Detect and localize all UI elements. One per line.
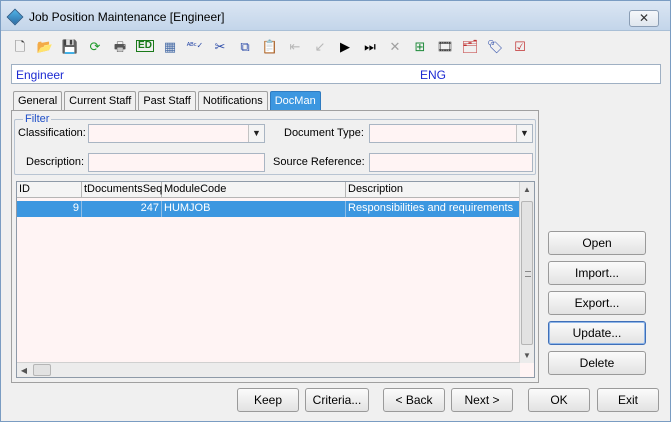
film-icon: 🎞: [436, 38, 454, 54]
import-button[interactable]: Import...: [548, 261, 646, 285]
tag-button[interactable]: 🏷: [484, 35, 506, 57]
new-button[interactable]: 🗋: [9, 35, 31, 57]
scroll-left-icon[interactable]: ◀: [17, 363, 31, 378]
delete-button[interactable]: ✕: [384, 35, 406, 57]
first-record-icon: ⇤: [289, 38, 301, 54]
documents-grid[interactable]: ID tDocumentsSeq ModuleCode Description …: [16, 181, 535, 378]
close-button[interactable]: ✕: [629, 10, 659, 27]
cell-tdocumentsseq: 247: [82, 201, 162, 217]
spellcheck-button[interactable]: ᴬᴮᶜ✓: [184, 35, 206, 57]
tab-strip: General Current Staff Past Staff Notific…: [13, 91, 323, 111]
print-icon: 🖶: [113, 38, 127, 54]
vertical-scroll-thumb[interactable]: [521, 201, 533, 345]
checklist-button[interactable]: ☑: [509, 35, 531, 57]
new-icon: 🗋: [14, 38, 26, 54]
first-record-button[interactable]: ⇤: [284, 35, 306, 57]
cell-modulecode: HUMJOB: [162, 201, 346, 217]
grip-icon: [525, 271, 531, 277]
column-header-tdocumentsseq[interactable]: tDocumentsSeq: [82, 182, 162, 198]
filter-legend: Filter: [23, 113, 52, 125]
paste-icon: 📋: [261, 38, 279, 54]
calculator-button[interactable]: ▦: [159, 35, 181, 57]
edit-button[interactable]: ED: [134, 35, 156, 57]
paste-button[interactable]: 📋: [259, 35, 281, 57]
keep-button[interactable]: Keep: [237, 388, 299, 412]
cut-icon: ✂: [214, 38, 226, 54]
position-name: Engineer: [16, 68, 65, 82]
tab-notifications[interactable]: Notifications: [197, 91, 268, 110]
next-record-button[interactable]: ▶: [334, 35, 356, 57]
horizontal-scroll-thumb[interactable]: [33, 364, 51, 376]
exit-button[interactable]: Exit: [597, 388, 659, 412]
refresh-icon: ⟳: [89, 38, 101, 54]
job-position-maintenance-window: Job Position Maintenance [Engineer] ✕ 🗋 📂…: [0, 0, 671, 422]
source-reference-label: Source Reference:: [273, 156, 365, 168]
table-row[interactable]: 9 247 HUMJOB Responsibilities and requir…: [17, 201, 520, 217]
horizontal-scrollbar[interactable]: ◀: [17, 362, 520, 377]
grid-settings-button[interactable]: ⊞: [409, 35, 431, 57]
grid-settings-icon: ⊞: [414, 38, 426, 54]
chevron-down-icon[interactable]: ▼: [248, 125, 264, 142]
toolbar: 🗋 📂 💾 ⟳ 🖶 ED ▦ ᴬᴮᶜ✓ ✂ ⧉ 📋 ⇤ ↙ ▶ ⏭ ✕ ⊞ 🎞 🗂 🏷 ☑: [9, 35, 534, 57]
column-header-id[interactable]: ID: [17, 182, 82, 198]
open-button[interactable]: Open: [548, 231, 646, 255]
classification-label: Classification:: [18, 127, 86, 139]
refresh-button[interactable]: ⟳: [84, 35, 106, 57]
description-field[interactable]: [88, 153, 265, 172]
title-bar: Job Position Maintenance [Engineer] ✕: [1, 1, 670, 31]
tag-icon: 🏷: [486, 38, 504, 54]
position-header: Engineer ENG: [11, 64, 661, 84]
previous-record-icon: ↙: [314, 38, 326, 54]
app-diamond-icon: [6, 8, 24, 26]
grid-header: ID tDocumentsSeq ModuleCode Description: [17, 182, 520, 198]
document-type-label: Document Type:: [284, 127, 364, 139]
cut-button[interactable]: ✂: [209, 35, 231, 57]
next-button[interactable]: Next >: [451, 388, 513, 412]
tab-past-staff[interactable]: Past Staff: [138, 91, 196, 110]
classification-combo[interactable]: ▼: [88, 124, 265, 143]
window-title: Job Position Maintenance [Engineer]: [29, 10, 225, 24]
scroll-down-icon[interactable]: ▼: [520, 348, 534, 363]
export-button[interactable]: Export...: [548, 291, 646, 315]
report-icon: 🗂: [461, 38, 479, 54]
open-folder-icon: 📂: [36, 38, 54, 54]
tab-general[interactable]: General: [13, 91, 63, 110]
description-label: Description:: [26, 156, 85, 168]
copy-button[interactable]: ⧉: [234, 35, 256, 57]
spellcheck-icon: ᴬᴮᶜ✓: [186, 41, 204, 50]
document-type-combo[interactable]: ▼: [369, 124, 533, 143]
cell-description: Responsibilities and requirements: [348, 202, 514, 214]
column-header-description[interactable]: Description: [346, 182, 520, 198]
criteria-button[interactable]: Criteria...: [305, 388, 369, 412]
checklist-icon: ☑: [514, 38, 526, 54]
copy-icon: ⧉: [240, 38, 250, 54]
calculator-icon: ▦: [163, 38, 177, 54]
column-header-modulecode[interactable]: ModuleCode: [162, 182, 346, 198]
edit-icon: ED: [136, 40, 154, 52]
chevron-down-icon[interactable]: ▼: [516, 125, 532, 142]
film-button[interactable]: 🎞: [434, 35, 456, 57]
save-button[interactable]: 💾: [59, 35, 81, 57]
save-icon: 💾: [61, 38, 79, 54]
last-record-button[interactable]: ⏭: [359, 35, 381, 57]
tab-docman[interactable]: DocMan: [269, 91, 321, 110]
position-code: ENG: [420, 68, 447, 82]
last-record-icon: ⏭: [364, 38, 376, 54]
back-button[interactable]: < Back: [383, 388, 445, 412]
previous-record-button[interactable]: ↙: [309, 35, 331, 57]
delete-button[interactable]: Delete: [548, 351, 646, 375]
next-record-icon: ▶: [340, 38, 350, 54]
tab-current-staff[interactable]: Current Staff: [64, 91, 137, 110]
cell-id: 9: [17, 201, 82, 217]
source-reference-field[interactable]: [369, 153, 533, 172]
delete-icon: ✕: [389, 38, 401, 54]
report-button[interactable]: 🗂: [459, 35, 481, 57]
open-folder-button[interactable]: 📂: [34, 35, 56, 57]
scroll-up-icon[interactable]: ▲: [520, 182, 534, 197]
update-button[interactable]: Update...: [548, 321, 646, 345]
ok-button[interactable]: OK: [528, 388, 590, 412]
vertical-scrollbar[interactable]: ▲ ▼: [519, 182, 534, 363]
print-button[interactable]: 🖶: [109, 35, 131, 57]
